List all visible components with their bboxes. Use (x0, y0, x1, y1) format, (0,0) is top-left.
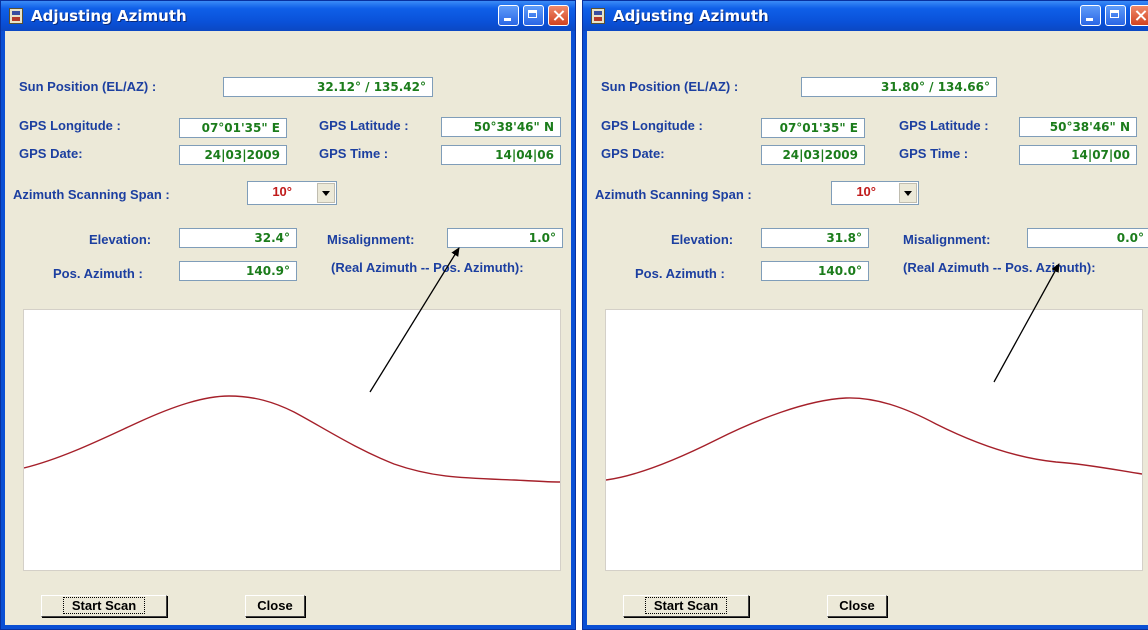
scan-curve (23, 395, 561, 483)
scan-curve (605, 397, 1143, 481)
real-minus-pos-label: (Real Azimuth -- Pos. Azimuth): (903, 260, 1096, 275)
azimuth-span-value: 10° (856, 184, 876, 199)
window-title: Adjusting Azimuth (31, 7, 187, 25)
elevation-label: Elevation: (671, 232, 734, 247)
elevation-label: Elevation: (89, 232, 152, 247)
gps-time-label: GPS Time : (899, 146, 969, 161)
window-title: Adjusting Azimuth (613, 7, 769, 25)
minimize-button[interactable] (498, 5, 519, 26)
scan-curve-chart (23, 395, 561, 483)
start-scan-button[interactable]: Start Scan (41, 595, 167, 617)
gps-date-label: GPS Date: (19, 146, 83, 161)
close-button[interactable]: Close (827, 595, 887, 617)
pos-azimuth-label: Pos. Azimuth : (635, 266, 725, 281)
sun-position-field: 31.80° / 134.66° (801, 77, 997, 97)
sun-position-az: / 134.66° (924, 80, 990, 94)
gps-longitude-field: 07°01'35" E (761, 118, 865, 138)
sun-position-az: / 135.42° (360, 80, 426, 94)
pos-azimuth-label: Pos. Azimuth : (53, 266, 143, 281)
gps-latitude-label: GPS Latitude : (899, 118, 989, 133)
real-minus-pos-label: (Real Azimuth -- Pos. Azimuth): (331, 260, 524, 275)
scan-plot-area (605, 309, 1143, 571)
sun-position-label: Sun Position (EL/AZ) : (19, 79, 157, 94)
dialog-body: Sun Position (EL/AZ) : 32.12° / 135.42° … (5, 31, 571, 625)
sun-position-field: 32.12° / 135.42° (223, 77, 433, 97)
gps-time-label: GPS Time : (319, 146, 389, 161)
sun-position-label: Sun Position (EL/AZ) : (601, 79, 739, 94)
title-bar[interactable]: Adjusting Azimuth (583, 1, 1148, 31)
pos-azimuth-field: 140.9° (179, 261, 297, 281)
gps-longitude-field: 07°01'35" E (179, 118, 287, 138)
azimuth-span-dropdown[interactable]: 10° (247, 181, 337, 205)
elevation-field: 31.8° (761, 228, 869, 248)
gps-latitude-field: 50°38'46" N (1019, 117, 1137, 137)
misalignment-label: Misalignment: (327, 232, 415, 247)
elevation-field: 32.4° (179, 228, 297, 248)
maximize-button[interactable] (523, 5, 544, 26)
dialog-body: Sun Position (EL/AZ) : 31.80° / 134.66° … (587, 31, 1148, 625)
misalignment-field: 0.0° (1027, 228, 1148, 248)
scan-curve-chart (605, 397, 1143, 481)
app-icon (591, 8, 605, 24)
adjusting-azimuth-window-left: Adjusting Azimuth Sun Position (EL/AZ) :… (0, 0, 576, 630)
gps-longitude-label: GPS Longitude : (19, 118, 121, 133)
start-scan-button[interactable]: Start Scan (623, 595, 749, 617)
chevron-down-icon[interactable] (317, 183, 335, 203)
gps-time-field: 14|07|00 (1019, 145, 1137, 165)
sun-position-el: 31.80° (880, 80, 925, 94)
maximize-button[interactable] (1105, 5, 1126, 26)
start-scan-label: Start Scan (62, 597, 146, 614)
minimize-button[interactable] (1080, 5, 1101, 26)
misalignment-field: 1.0° (447, 228, 563, 248)
gps-latitude-label: GPS Latitude : (319, 118, 409, 133)
close-label: Close (839, 598, 875, 613)
gps-longitude-label: GPS Longitude : (601, 118, 703, 133)
azimuth-span-label: Azimuth Scanning Span : (13, 187, 170, 202)
misalignment-label: Misalignment: (903, 232, 991, 247)
close-button[interactable]: Close (245, 595, 305, 617)
close-window-button[interactable] (548, 5, 569, 26)
azimuth-span-value: 10° (272, 184, 292, 199)
sun-position-el: 32.12° (316, 80, 361, 94)
azimuth-span-label: Azimuth Scanning Span : (595, 187, 752, 202)
gps-date-field: 24|03|2009 (761, 145, 865, 165)
close-label: Close (257, 598, 293, 613)
azimuth-span-dropdown[interactable]: 10° (831, 181, 919, 205)
adjusting-azimuth-window-right: Adjusting Azimuth Sun Position (EL/AZ) :… (582, 0, 1148, 630)
chevron-down-icon[interactable] (899, 183, 917, 203)
start-scan-label: Start Scan (644, 597, 728, 614)
gps-time-field: 14|04|06 (441, 145, 561, 165)
gps-date-label: GPS Date: (601, 146, 665, 161)
scan-plot-area (23, 309, 561, 571)
gps-date-field: 24|03|2009 (179, 145, 287, 165)
gps-latitude-field: 50°38'46" N (441, 117, 561, 137)
app-icon (9, 8, 23, 24)
title-bar[interactable]: Adjusting Azimuth (1, 1, 575, 31)
pos-azimuth-field: 140.0° (761, 261, 869, 281)
close-window-button[interactable] (1130, 5, 1148, 26)
